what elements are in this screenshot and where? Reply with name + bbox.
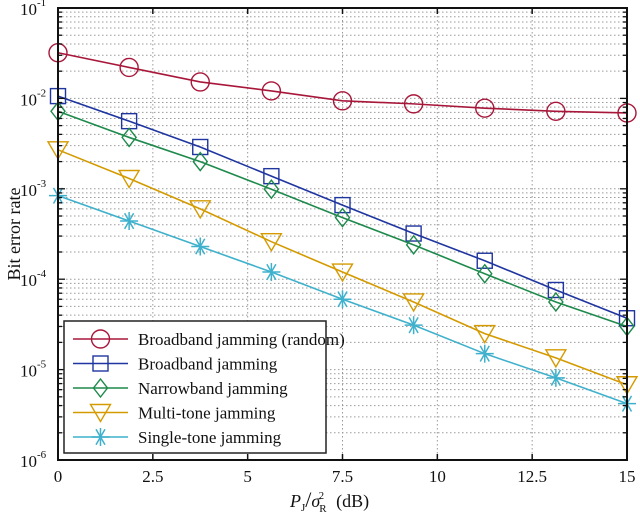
data-point bbox=[404, 316, 423, 335]
x-tick-label: 10 bbox=[429, 467, 446, 486]
legend-label: Broadband jamming bbox=[138, 355, 278, 374]
x-tick-label: 7.5 bbox=[332, 467, 353, 486]
y-tick-label: 10-5 bbox=[20, 359, 47, 381]
x-tick-label: 2.5 bbox=[142, 467, 163, 486]
y-tick-label: 10-1 bbox=[20, 0, 46, 19]
data-point bbox=[191, 237, 210, 256]
data-point bbox=[475, 344, 494, 363]
x-tick-label: 0 bbox=[54, 467, 63, 486]
y-tick-label: 10-2 bbox=[20, 87, 46, 109]
x-tick-labels: 0 2.5 5 7.5 10 12.5 15 bbox=[54, 467, 636, 486]
ber-chart: 10-110-210-310-410-510-6 0 2.5 5 7.5 10 12.5 1… bbox=[4, 0, 639, 515]
x-tick-label: 5 bbox=[243, 467, 252, 486]
legend-label: Narrowband jamming bbox=[138, 379, 288, 398]
legend-label: Multi-tone jamming bbox=[138, 404, 276, 423]
x-axis-label: PJ/σR2 (dB) bbox=[289, 487, 369, 515]
data-point bbox=[546, 368, 565, 387]
y-tick-label: 10-6 bbox=[20, 449, 47, 471]
legend-item: Single-tone jamming bbox=[73, 428, 282, 447]
legend-label: Broadband jamming (random) bbox=[138, 330, 345, 349]
y-axis-label: Bit error rate bbox=[4, 188, 24, 281]
x-tick-label: 15 bbox=[619, 467, 636, 486]
series-line bbox=[57, 51, 628, 114]
legend-label: Single-tone jamming bbox=[138, 428, 282, 447]
legend: Broadband jamming (random) Broadband jamm… bbox=[63, 320, 345, 454]
data-point bbox=[262, 263, 281, 282]
data-point bbox=[333, 290, 352, 309]
data-point bbox=[120, 212, 139, 231]
x-tick-label: 12.5 bbox=[517, 467, 547, 486]
